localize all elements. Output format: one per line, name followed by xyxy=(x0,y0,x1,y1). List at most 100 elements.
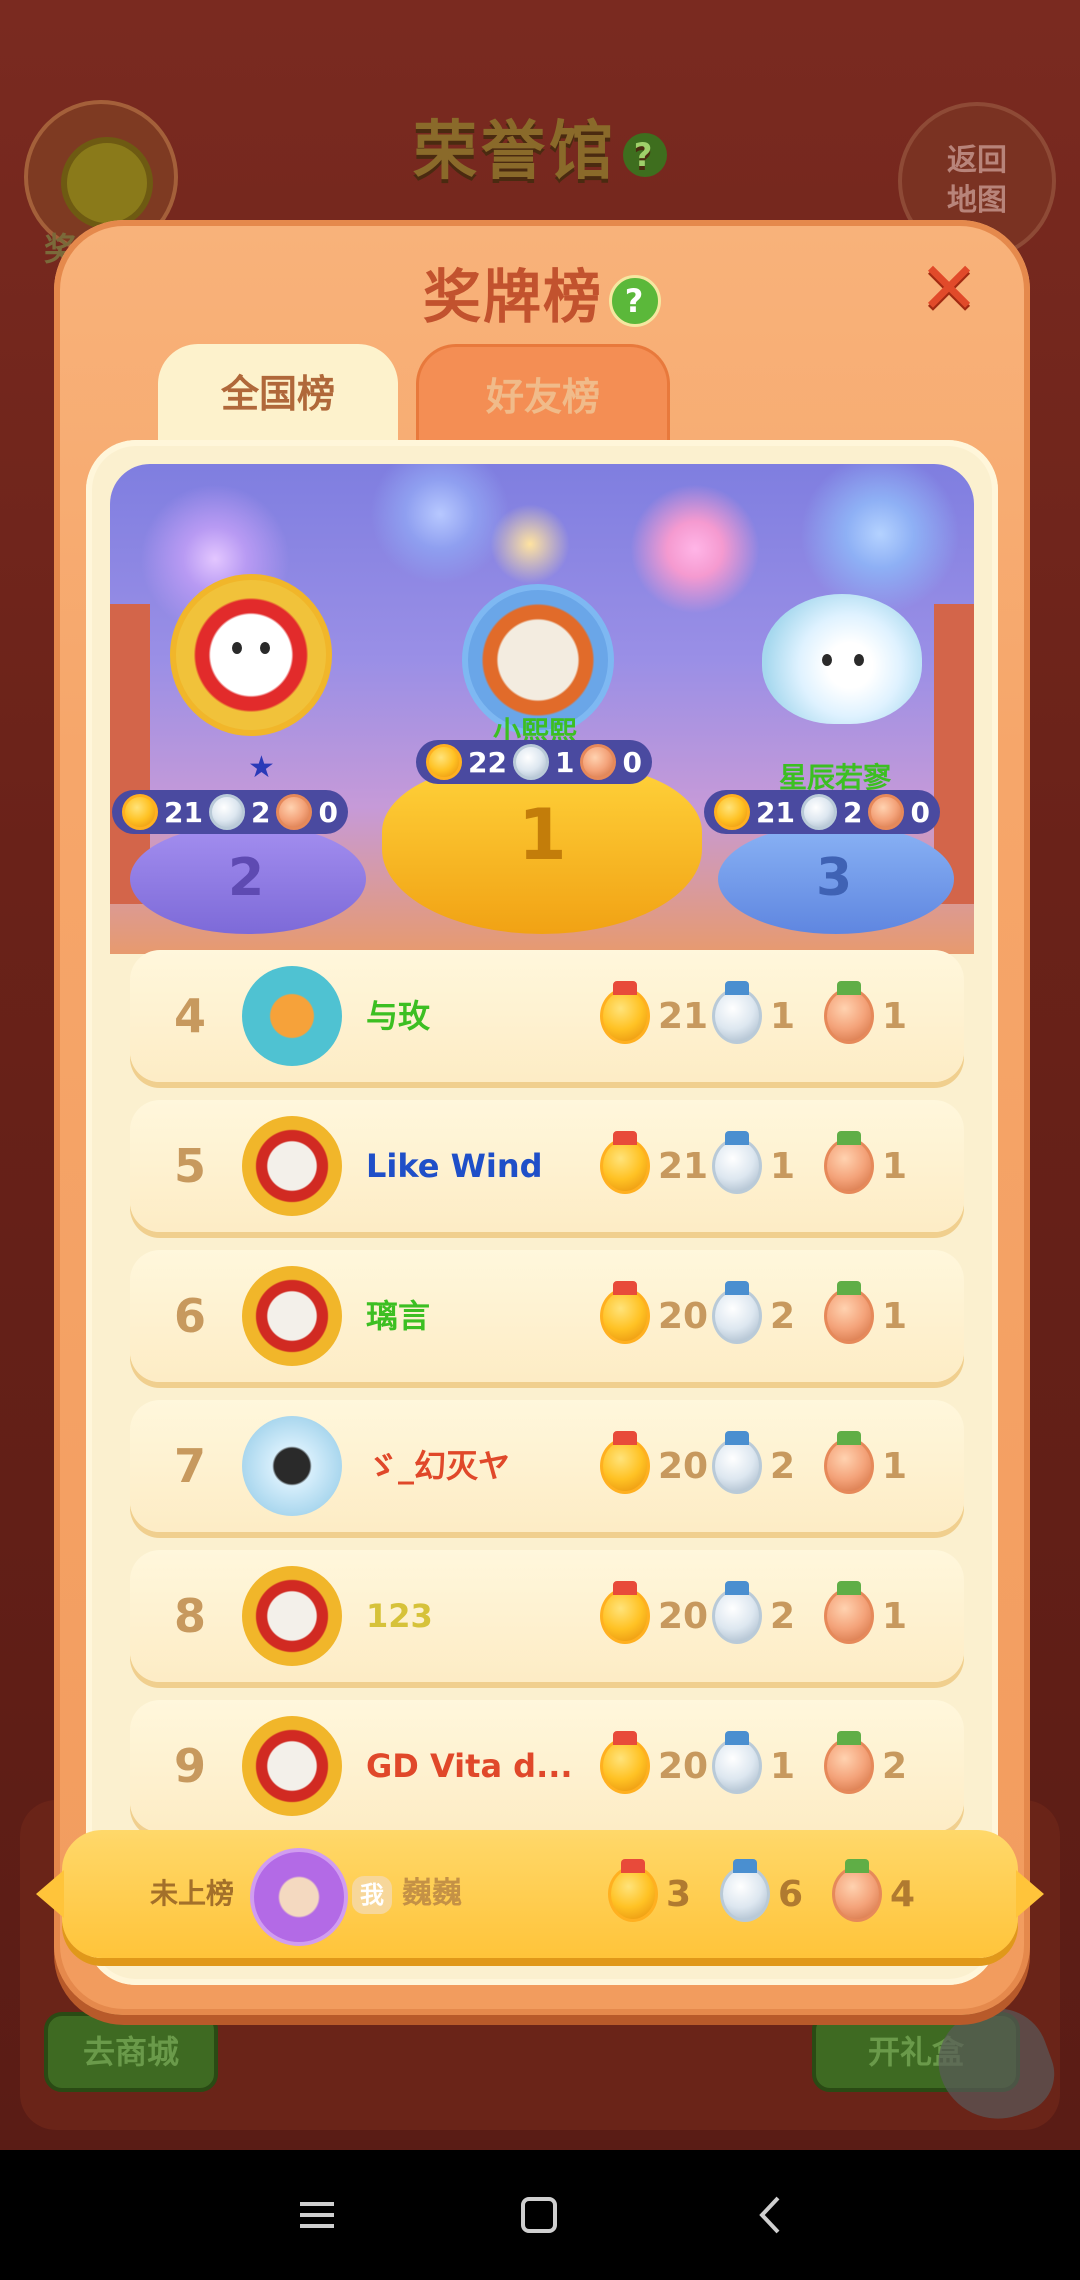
system-nav-bar xyxy=(0,2150,1080,2280)
gold-medal-icon xyxy=(600,1431,650,1494)
leaderboard-row[interactable]: 9 GD Vita d... 20 1 2 xyxy=(130,1700,964,1832)
player-name: ゞ_幻灭ヤ xyxy=(366,1447,511,1485)
rank-number: 9 xyxy=(173,1739,206,1793)
top1-medal-counts: 22 1 0 xyxy=(416,740,652,784)
my-avatar[interactable] xyxy=(250,1848,348,1946)
player-avatar[interactable] xyxy=(242,1716,342,1816)
pedestal-first: 1 xyxy=(382,764,702,934)
silver-count: 6 xyxy=(778,1873,804,1915)
leaderboard-row[interactable]: 4 与玫 21 1 1 xyxy=(130,950,964,1082)
bronze-count: 0 xyxy=(910,795,930,829)
player-avatar[interactable] xyxy=(242,1566,342,1666)
top2-avatar[interactable] xyxy=(170,574,332,736)
medal-counts: 21 1 1 xyxy=(600,1100,936,1232)
close-button[interactable]: ✕ xyxy=(914,252,984,326)
bronze-count: 1 xyxy=(882,1445,908,1487)
silver-count: 2 xyxy=(770,1295,796,1337)
medal-leaderboard-modal: 奖牌榜? ✕ 全国榜 好友榜 2 3 1 ★ 小熙熙 星辰若寥 22 1 0 2… xyxy=(54,220,1030,2015)
bronze-medal-icon xyxy=(824,1281,874,1344)
ranking-list: 4 与玫 21 1 1 5 Like Wind 21 1 1 6 璃言 20 2… xyxy=(130,950,966,1850)
my-rank-bar[interactable]: 未上榜 我 巍巍 3 6 4 xyxy=(36,1830,1044,1958)
silver-medal-stat: 2 xyxy=(712,1581,824,1644)
home-icon[interactable] xyxy=(514,2190,564,2240)
player-avatar[interactable] xyxy=(242,1266,342,1366)
bronze-medal-stat: 2 xyxy=(824,1731,936,1794)
gold-medal-stat: 21 xyxy=(600,981,712,1044)
silver-medal-stat: 1 xyxy=(712,1731,824,1794)
tab-friends[interactable]: 好友榜 xyxy=(416,344,670,447)
silver-medal-icon xyxy=(800,794,837,830)
my-rank-status: 未上榜 xyxy=(150,1877,235,1910)
pedestal-third: 3 xyxy=(718,824,954,934)
player-avatar[interactable] xyxy=(242,1116,342,1216)
gold-count: 20 xyxy=(658,1295,709,1337)
bronze-count: 0 xyxy=(318,795,338,829)
menu-icon[interactable] xyxy=(292,2190,342,2240)
gold-medal-icon xyxy=(600,1131,650,1194)
pedestal-number: 1 xyxy=(518,794,567,876)
silver-medal-icon xyxy=(712,1431,762,1494)
rank-number: 4 xyxy=(173,989,206,1043)
gold-medal-icon xyxy=(600,1281,650,1344)
bronze-medal-stat: 1 xyxy=(824,1281,936,1344)
rank-number: 7 xyxy=(173,1439,206,1493)
leaderboard-row[interactable]: 7 ゞ_幻灭ヤ 20 2 1 xyxy=(130,1400,964,1532)
gold-count: 21 xyxy=(658,995,709,1037)
bronze-count: 1 xyxy=(882,1145,908,1187)
my-name: 巍巍 xyxy=(402,1876,462,1911)
gold-medal-icon xyxy=(600,1731,650,1794)
gold-medal-icon xyxy=(426,744,462,780)
bronze-medal-icon xyxy=(824,981,874,1044)
silver-medal-icon xyxy=(712,1281,762,1344)
firework-decoration xyxy=(800,464,960,614)
player-avatar[interactable] xyxy=(242,966,342,1066)
silver-medal-stat: 2 xyxy=(712,1431,824,1494)
silver-medal-icon xyxy=(720,1859,770,1922)
top3-avatar[interactable] xyxy=(762,594,922,724)
silver-medal-icon xyxy=(208,794,245,830)
silver-count: 1 xyxy=(770,995,796,1037)
bronze-count: 4 xyxy=(890,1873,916,1915)
medal-counts: 20 2 1 xyxy=(600,1550,936,1682)
bronze-count: 1 xyxy=(882,995,908,1037)
silver-medal-stat: 6 xyxy=(720,1859,832,1922)
leaderboard-row[interactable]: 8 123 20 2 1 xyxy=(130,1550,964,1682)
medal-counts: 21 1 1 xyxy=(600,950,936,1082)
tab-national[interactable]: 全国榜 xyxy=(158,344,398,444)
player-name: 与玫 xyxy=(366,997,431,1035)
gold-count: 20 xyxy=(658,1595,709,1637)
silver-medal-icon xyxy=(512,744,549,780)
gold-count: 22 xyxy=(468,745,507,779)
silver-medal-icon xyxy=(712,981,762,1044)
leaderboard-row[interactable]: 6 璃言 20 2 1 xyxy=(130,1250,964,1382)
gold-medal-icon xyxy=(122,794,158,830)
medal-counts: 20 2 1 xyxy=(600,1400,936,1532)
gold-medal-icon xyxy=(714,794,750,830)
player-name: 璃言 xyxy=(366,1297,431,1335)
shop-button[interactable]: 去商城 xyxy=(44,2012,218,2092)
gold-count: 3 xyxy=(666,1873,692,1915)
rank-number: 6 xyxy=(173,1289,206,1343)
avatar-eye xyxy=(822,654,832,666)
silver-count: 2 xyxy=(770,1445,796,1487)
help-icon[interactable]: ? xyxy=(609,274,661,327)
pedestal-number: 3 xyxy=(816,848,853,908)
rank-number: 5 xyxy=(173,1139,206,1193)
firework-decoration xyxy=(490,504,570,584)
my-medal-counts: 3 6 4 xyxy=(608,1830,944,1958)
gold-medal-stat: 3 xyxy=(608,1859,720,1922)
hall-help-icon[interactable]: ? xyxy=(623,133,667,178)
silver-count: 2 xyxy=(770,1595,796,1637)
gold-medal-icon xyxy=(600,1581,650,1644)
silver-medal-icon xyxy=(712,1731,762,1794)
bronze-count: 1 xyxy=(882,1595,908,1637)
gold-medal-icon xyxy=(600,981,650,1044)
pedestal-number: 2 xyxy=(228,848,265,908)
bronze-medal-stat: 1 xyxy=(824,981,936,1044)
modal-title-text: 奖牌榜 xyxy=(422,263,603,331)
firework-decoration xyxy=(630,484,760,614)
player-avatar[interactable] xyxy=(242,1416,342,1516)
back-icon[interactable] xyxy=(746,2190,796,2240)
top2-medal-counts: 21 2 0 xyxy=(112,790,348,834)
leaderboard-row[interactable]: 5 Like Wind 21 1 1 xyxy=(130,1100,964,1232)
